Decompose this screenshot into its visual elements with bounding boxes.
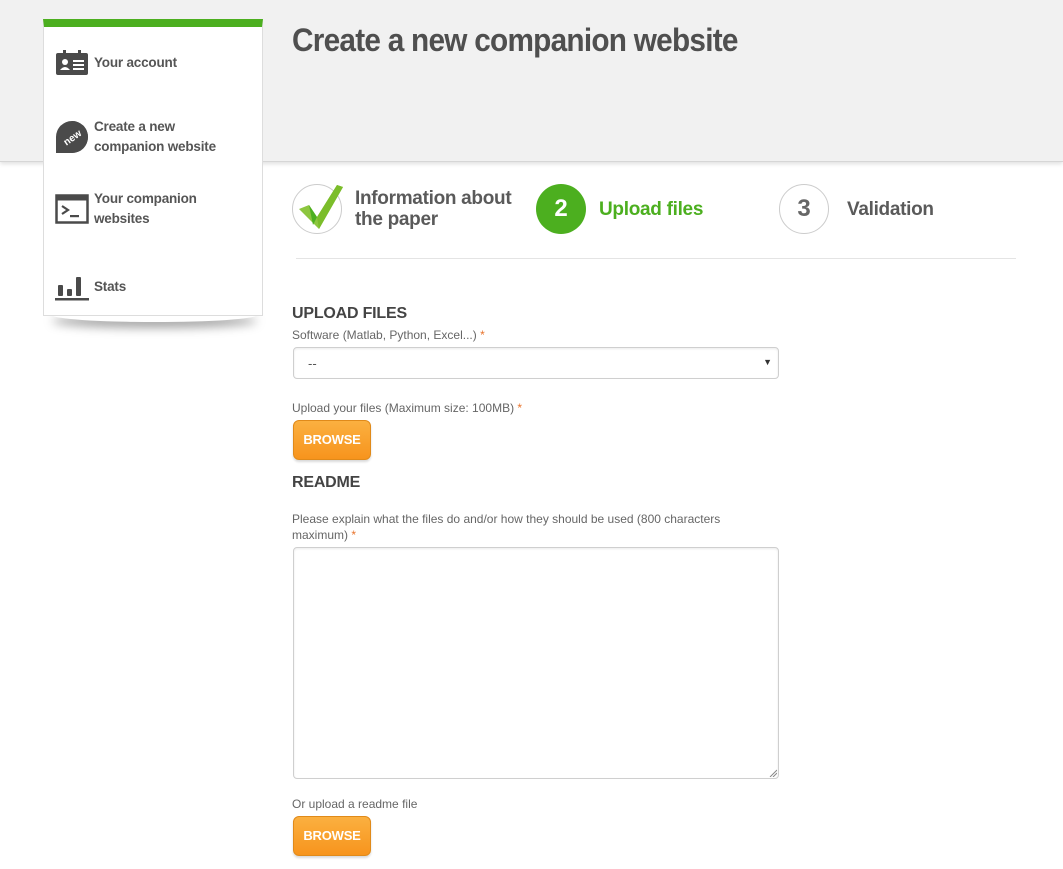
upload-label-text: Upload your files (Maximum size: 100MB) bbox=[292, 401, 515, 415]
browse-files-button[interactable]: BROWSE bbox=[293, 420, 371, 460]
browse-readme-button[interactable]: BROWSE bbox=[293, 816, 371, 856]
sidebar-item-create-new[interactable]: new Create a new companion website bbox=[54, 117, 244, 157]
step-number: 2 bbox=[536, 184, 586, 234]
readme-label-text: Please explain what the files do and/or … bbox=[292, 512, 721, 542]
steps-divider bbox=[296, 258, 1016, 259]
step-upload-files[interactable]: 2 Upload files bbox=[536, 184, 703, 234]
step-label: Information about the paper bbox=[355, 188, 512, 230]
sidebar-item-your-websites[interactable]: Your companion websites bbox=[54, 189, 214, 229]
software-select-value: -- bbox=[308, 356, 317, 371]
readme-textarea[interactable] bbox=[293, 547, 779, 779]
id-card-icon bbox=[54, 45, 90, 81]
step-label: Validation bbox=[847, 198, 934, 220]
new-badge-icon: new bbox=[54, 119, 90, 155]
required-mark: * bbox=[517, 401, 523, 415]
step-label: Upload files bbox=[599, 198, 704, 220]
sidebar-item-label: Your account bbox=[94, 55, 177, 70]
software-label-text: Software (Matlab, Python, Excel...) bbox=[292, 328, 477, 342]
readme-heading: README bbox=[292, 474, 361, 491]
checkmark-icon bbox=[292, 184, 343, 234]
required-mark: * bbox=[351, 528, 357, 542]
step-information[interactable]: Information about the paper bbox=[292, 184, 515, 234]
software-select[interactable]: -- ▼ bbox=[293, 347, 779, 379]
readme-file-label: Or upload a readme file bbox=[292, 797, 418, 811]
upload-label: Upload your files (Maximum size: 100MB) … bbox=[292, 400, 522, 416]
page-title: Create a new companion website bbox=[292, 22, 738, 58]
sidebar-item-stats[interactable]: Stats bbox=[54, 269, 126, 305]
step-number: 3 bbox=[779, 184, 829, 234]
chevron-down-icon: ▼ bbox=[763, 357, 772, 367]
resize-grip-icon[interactable] bbox=[769, 769, 777, 777]
required-mark: * bbox=[480, 328, 485, 342]
bar-chart-icon bbox=[54, 269, 90, 305]
sidebar: Your account new Create a new companion … bbox=[43, 19, 263, 316]
sidebar-item-your-account[interactable]: Your account bbox=[54, 45, 177, 81]
sidebar-item-label: Create a new companion website bbox=[94, 119, 216, 154]
step-validation[interactable]: 3 Validation bbox=[779, 184, 934, 234]
upload-files-heading: UPLOAD FILES bbox=[292, 305, 407, 322]
terminal-icon bbox=[54, 191, 90, 227]
readme-label: Please explain what the files do and/or … bbox=[292, 511, 762, 543]
sidebar-item-label: Stats bbox=[94, 279, 127, 294]
software-label: Software (Matlab, Python, Excel...) * bbox=[292, 327, 485, 343]
sidebar-item-label: Your companion websites bbox=[94, 191, 197, 226]
